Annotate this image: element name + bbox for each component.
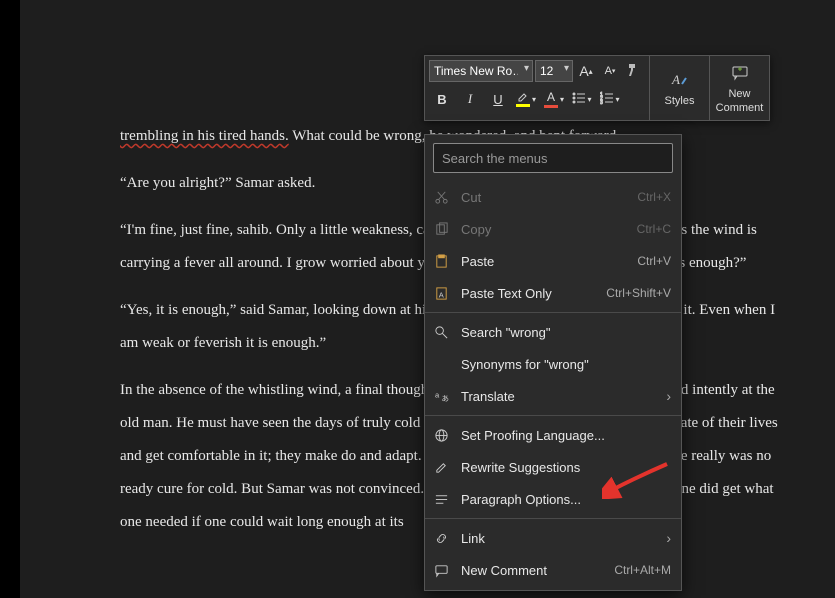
grow-font-button[interactable]: A▴ — [575, 60, 597, 82]
menu-synonyms[interactable]: Synonyms for "wrong" — [425, 348, 681, 380]
menu-shortcut: Ctrl+V — [637, 254, 671, 268]
italic-button[interactable]: I — [457, 86, 483, 112]
comment-icon — [431, 560, 451, 580]
comment-icon — [730, 63, 750, 86]
chevron-down-icon: ▾ — [587, 95, 591, 104]
menu-label: Paste Text Only — [461, 286, 596, 301]
copy-icon — [431, 219, 451, 239]
chevron-right-icon: › — [666, 530, 671, 546]
menu-label: Paragraph Options... — [461, 492, 671, 507]
styles-icon: A — [670, 70, 690, 93]
menu-label: Synonyms for "wrong" — [461, 357, 671, 372]
wavy-underline-text[interactable]: trembling in his tired hands. — [120, 128, 289, 144]
menu-search-word[interactable]: Search "wrong" — [425, 316, 681, 348]
menu-proofing-language[interactable]: Set Proofing Language... — [425, 419, 681, 451]
font-size-select[interactable]: 12 — [535, 60, 573, 82]
menu-label: Search "wrong" — [461, 325, 671, 340]
menu-search-input[interactable] — [433, 143, 673, 173]
pencil-icon — [431, 457, 451, 477]
menu-label: Copy — [461, 222, 627, 237]
page-background: trembling in his tired hands. What could… — [20, 0, 835, 598]
chevron-down-icon: ▾ — [532, 95, 536, 104]
clipboard-icon — [431, 251, 451, 271]
menu-cut: Cut Ctrl+X — [425, 181, 681, 213]
new-comment-label-2: Comment — [716, 102, 764, 114]
highlight-icon — [516, 91, 530, 107]
menu-label: Link — [461, 531, 656, 546]
svg-text:a: a — [434, 390, 439, 399]
bullets-button[interactable]: ▾ — [569, 86, 595, 112]
font-color-button[interactable]: A ▾ — [541, 86, 567, 112]
chevron-right-icon: › — [666, 388, 671, 404]
menu-label: Cut — [461, 190, 627, 205]
svg-text:あ: あ — [441, 394, 449, 403]
menu-new-comment[interactable]: New Comment Ctrl+Alt+M — [425, 554, 681, 586]
menu-shortcut: Ctrl+Shift+V — [606, 286, 671, 300]
highlight-color-button[interactable]: ▾ — [513, 86, 539, 112]
clipboard-text-icon: A — [431, 283, 451, 303]
menu-label: Translate — [461, 389, 656, 404]
menu-label: New Comment — [461, 563, 604, 578]
styles-label: Styles — [665, 95, 695, 107]
menu-copy: Copy Ctrl+C — [425, 213, 681, 245]
chevron-down-icon: ▾ — [615, 95, 619, 104]
translate-icon: aあ — [431, 386, 451, 406]
mini-toolbar: Times New Ro… 12 A▴ A▾ B I — [424, 55, 770, 121]
menu-separator — [425, 415, 681, 416]
menu-label: Paste — [461, 254, 627, 269]
menu-link[interactable]: Link › — [425, 522, 681, 554]
menu-paste-text-only[interactable]: A Paste Text Only Ctrl+Shift+V — [425, 277, 681, 309]
new-comment-button[interactable]: New Comment — [709, 56, 769, 120]
menu-label: Set Proofing Language... — [461, 428, 671, 443]
underline-button[interactable]: U — [485, 86, 511, 112]
numbering-icon: 123 — [600, 91, 614, 108]
link-icon — [431, 528, 451, 548]
format-painter-button[interactable] — [623, 60, 645, 82]
menu-label: Rewrite Suggestions — [461, 460, 671, 475]
search-icon — [431, 322, 451, 342]
bold-button[interactable]: B — [429, 86, 455, 112]
menu-paragraph-options[interactable]: Paragraph Options... — [425, 483, 681, 515]
svg-text:A: A — [438, 290, 443, 299]
scissors-icon — [431, 187, 451, 207]
menu-rewrite-suggestions[interactable]: Rewrite Suggestions — [425, 451, 681, 483]
menu-separator — [425, 518, 681, 519]
globe-icon — [431, 425, 451, 445]
menu-paste[interactable]: Paste Ctrl+V — [425, 245, 681, 277]
shrink-font-button[interactable]: A▾ — [599, 60, 621, 82]
bullets-icon — [572, 91, 586, 108]
chevron-down-icon: ▾ — [560, 95, 564, 104]
paintbrush-icon — [626, 62, 642, 81]
menu-shortcut: Ctrl+X — [637, 190, 671, 204]
styles-button[interactable]: A Styles — [649, 56, 709, 120]
svg-text:3: 3 — [600, 100, 603, 105]
font-name-select[interactable]: Times New Ro… — [429, 60, 533, 82]
menu-shortcut: Ctrl+Alt+M — [614, 563, 671, 577]
new-comment-label-1: New — [728, 88, 750, 100]
numbering-button[interactable]: 123 ▾ — [597, 86, 623, 112]
menu-separator — [425, 312, 681, 313]
menu-translate[interactable]: aあ Translate › — [425, 380, 681, 412]
menu-shortcut: Ctrl+C — [637, 222, 671, 236]
blank-icon — [431, 354, 451, 374]
context-menu: Cut Ctrl+X Copy Ctrl+C Paste Ctrl+V A Pa… — [424, 134, 682, 591]
font-color-icon: A — [544, 90, 558, 108]
svg-text:A: A — [671, 72, 680, 87]
paragraph-icon — [431, 489, 451, 509]
